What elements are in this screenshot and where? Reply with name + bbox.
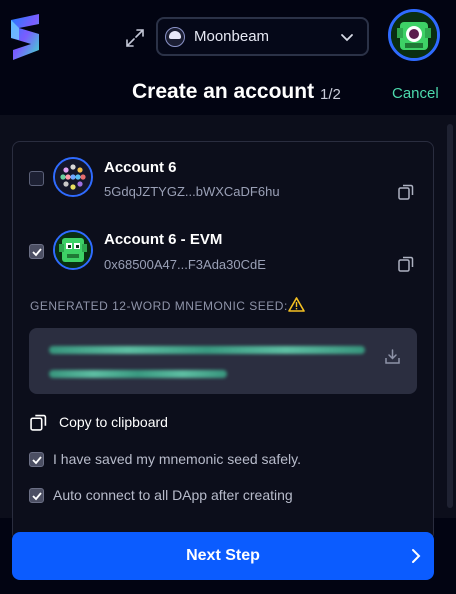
copy-to-clipboard-label: Copy to clipboard — [59, 414, 168, 430]
chevron-down-icon — [341, 33, 353, 41]
account-avatar-evm — [53, 230, 93, 270]
next-step-label: Next Step — [186, 547, 260, 564]
step-indicator: 1/2 — [320, 86, 341, 103]
moonbeam-network-icon — [165, 26, 185, 47]
copy-icon[interactable] — [398, 256, 414, 272]
network-label: Moonbeam — [194, 28, 270, 45]
account-checkbox-evm[interactable] — [29, 244, 44, 259]
download-icon[interactable] — [384, 348, 401, 365]
account-name: Account 6 — [104, 159, 177, 176]
cancel-button[interactable]: Cancel — [392, 85, 439, 102]
account-checkbox-substrate[interactable] — [29, 171, 44, 186]
page-title: Create an account — [132, 80, 315, 103]
warning-icon — [288, 297, 305, 312]
copy-to-clipboard-button[interactable]: Copy to clipboard — [30, 412, 168, 432]
saved-seed-checkbox[interactable] — [29, 452, 44, 467]
seed-label: GENERATED 12-WORD MNEMONIC SEED: — [30, 299, 288, 313]
mnemonic-seed-box[interactable] — [29, 328, 417, 394]
next-step-button[interactable]: Next Step — [12, 532, 434, 580]
subwallet-logo — [11, 14, 39, 60]
account-name: Account 6 - EVM — [104, 231, 223, 248]
mnemonic-seed-blurred-line — [49, 346, 365, 354]
copy-icon[interactable] — [398, 184, 414, 200]
saved-seed-label: I have saved my mnemonic seed safely. — [53, 451, 301, 467]
account-address: 0x68500A47...F3Ada30CdE — [104, 257, 266, 272]
auto-connect-checkbox[interactable] — [29, 488, 44, 503]
chevron-right-icon — [412, 549, 421, 563]
account-address: 5GdqJZTYGZ...bWXCaDF6hu — [104, 184, 280, 199]
network-select[interactable]: Moonbeam — [156, 17, 369, 56]
scrollbar[interactable] — [447, 124, 453, 508]
account-avatar-substrate — [53, 157, 93, 197]
copy-icon — [30, 414, 47, 431]
auto-connect-label: Auto connect to all DApp after creating — [53, 487, 293, 503]
account-avatar-icon[interactable] — [388, 9, 440, 61]
expand-icon[interactable] — [124, 27, 146, 49]
header: Moonbeam Create an account 1/2 Cancel — [0, 0, 456, 103]
title-row: Create an account 1/2 Cancel — [0, 80, 456, 110]
mnemonic-seed-blurred-line — [49, 370, 227, 378]
